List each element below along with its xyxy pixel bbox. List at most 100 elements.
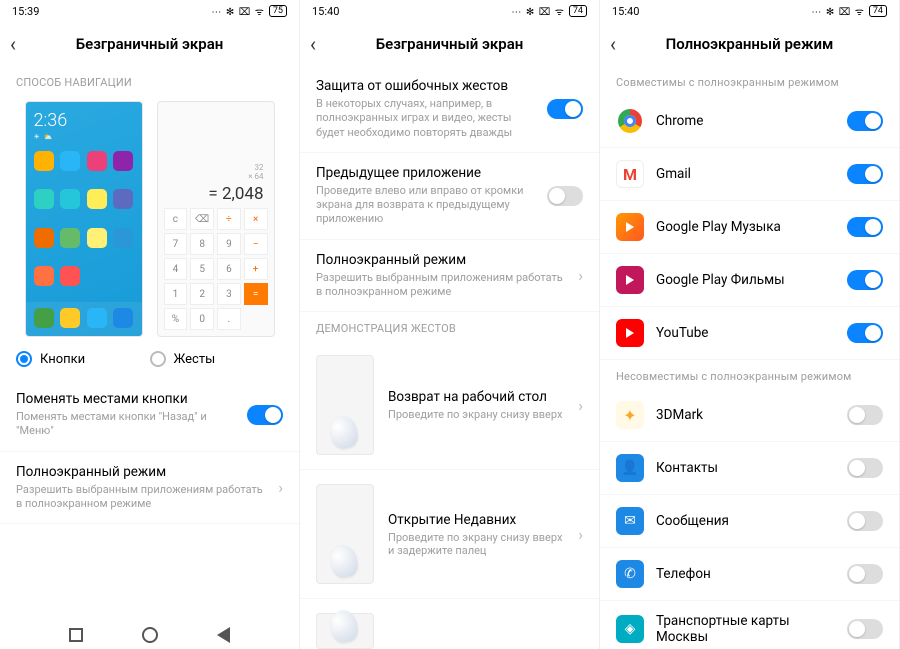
radio-icon	[150, 351, 166, 367]
toggle[interactable]	[847, 405, 883, 425]
toggle[interactable]	[847, 164, 883, 184]
chevron-right-icon: ›	[578, 266, 583, 285]
toggle[interactable]	[847, 270, 883, 290]
toggle[interactable]	[847, 111, 883, 131]
preview-time: 2:36	[26, 102, 142, 133]
app-row-chrome[interactable]: Chrome	[600, 95, 899, 148]
row-desc: В некоторых случаях, например, в полноэк…	[316, 97, 535, 140]
row-desc: Разрешить выбранным приложениям работать…	[316, 271, 566, 300]
row-gesture-guard[interactable]: Защита от ошибочных жестов В некоторых с…	[300, 66, 599, 153]
status-icons: ⋯ ✻ ⌧ ᯤ	[511, 4, 564, 18]
statusbar: 15:40 ⋯ ✻ ⌧ ᯤ 74	[600, 0, 899, 22]
gesture-home[interactable]: Возврат на рабочий стол Проведите по экр…	[300, 341, 599, 470]
gesture-thumb	[316, 613, 374, 649]
3dmark-icon: ✦	[616, 401, 644, 429]
status-battery: 74	[869, 5, 887, 17]
app-row-messages[interactable]: ✉ Сообщения	[600, 495, 899, 548]
screen-navigation-gestures: 15:40 ⋯ ✻ ⌧ ᯤ 74 ‹ Безграничный экран За…	[300, 0, 600, 649]
preview-calculator[interactable]: 32 × 64 = 2,048 c⌫÷× 789− 456+ 123= %0.	[157, 101, 275, 337]
calc-line1: 32	[168, 163, 264, 172]
toggle[interactable]	[847, 619, 883, 639]
app-row-play-music[interactable]: Google Play Музыка	[600, 201, 899, 254]
page-title: Полноэкранный режим	[600, 35, 899, 53]
page-title: Безграничный экран	[0, 35, 299, 53]
header: ‹ Безграничный экран	[0, 22, 299, 66]
gesture-recents[interactable]: Открытие Недавних Проведите по экрану сн…	[300, 470, 599, 599]
messages-icon: ✉	[616, 507, 644, 535]
statusbar: 15:40 ⋯ ✻ ⌧ ᯤ 74	[300, 0, 599, 22]
row-fullscreen-mode[interactable]: Полноэкранный режим Разрешить выбранным …	[300, 240, 599, 313]
toggle[interactable]	[847, 217, 883, 237]
nav-back-icon[interactable]	[217, 627, 230, 643]
back-icon[interactable]: ‹	[610, 32, 634, 56]
status-time: 15:39	[12, 5, 39, 18]
calc-result: = 2,048	[168, 184, 264, 204]
chevron-right-icon: ›	[278, 478, 283, 497]
app-row-contacts[interactable]: 👤 Контакты	[600, 442, 899, 495]
app-name: Транспортные карты Москвы	[656, 613, 835, 645]
radio-buttons[interactable]: Кнопки	[16, 351, 150, 367]
calc-line2: × 64	[168, 172, 264, 181]
status-battery: 74	[569, 5, 587, 17]
radio-gestures[interactable]: Жесты	[150, 351, 284, 367]
contacts-icon: 👤	[616, 454, 644, 482]
app-name: Телефон	[656, 566, 835, 582]
row-swap-buttons[interactable]: Поменять местами кнопки Поменять местами…	[0, 379, 299, 452]
gesture-title: Открытие Недавних	[388, 512, 564, 528]
row-title: Полноэкранный режим	[316, 252, 566, 268]
row-title: Защита от ошибочных жестов	[316, 78, 535, 94]
gmail-icon: M	[616, 160, 644, 188]
row-desc: Проведите влево или вправо от кромки экр…	[316, 184, 535, 227]
app-row-youtube[interactable]: YouTube	[600, 307, 899, 360]
app-name: Gmail	[656, 166, 835, 182]
app-row-gmail[interactable]: M Gmail	[600, 148, 899, 201]
app-name: Сообщения	[656, 513, 835, 529]
statusbar: 15:39 ⋯ ✻ ⌧ ᯤ 75	[0, 0, 299, 22]
nav-recents-icon[interactable]	[69, 628, 83, 642]
toggle-guard[interactable]	[547, 99, 583, 119]
chevron-right-icon: ›	[578, 525, 583, 544]
row-fullscreen-mode[interactable]: Полноэкранный режим Разрешить выбранным …	[0, 452, 299, 525]
screen-fullscreen-mode: 15:40 ⋯ ✻ ⌧ ᯤ 74 ‹ Полноэкранный режим С…	[600, 0, 900, 649]
row-title: Поменять местами кнопки	[16, 391, 235, 407]
toggle-swap[interactable]	[247, 405, 283, 425]
radio-label: Кнопки	[40, 352, 85, 367]
radio-label: Жесты	[174, 352, 216, 367]
app-row-phone[interactable]: ✆ Телефон	[600, 548, 899, 601]
app-name: Google Play Фильмы	[656, 272, 835, 288]
row-desc: Поменять местами кнопки "Назад" и "Меню"	[16, 410, 235, 439]
android-navbar	[0, 627, 299, 643]
status-battery: 75	[269, 5, 287, 17]
section-incompatible: Несовместимы с полноэкранным режимом	[600, 360, 899, 389]
gesture-partial[interactable]	[300, 599, 599, 649]
app-row-transport[interactable]: ◈ Транспортные карты Москвы	[600, 601, 899, 649]
app-name: Google Play Музыка	[656, 219, 835, 235]
status-icons: ⋯ ✻ ⌧ ᯤ	[811, 4, 864, 18]
phone-icon: ✆	[616, 560, 644, 588]
toggle-prev[interactable]	[547, 186, 583, 206]
toggle[interactable]	[847, 564, 883, 584]
app-row-3dmark[interactable]: ✦ 3DMark	[600, 389, 899, 442]
app-name: YouTube	[656, 325, 835, 341]
nav-home-icon[interactable]	[142, 627, 158, 643]
back-icon[interactable]: ‹	[10, 32, 34, 56]
play-movies-icon	[616, 266, 644, 294]
section-compatible: Совместимы с полноэкранным режимом	[600, 66, 899, 95]
row-prev-app[interactable]: Предыдущее приложение Проведите влево ил…	[300, 153, 599, 240]
section-nav-method: СПОСОБ НАВИГАЦИИ	[0, 66, 299, 95]
header: ‹ Полноэкранный режим	[600, 22, 899, 66]
toggle[interactable]	[847, 323, 883, 343]
toggle[interactable]	[847, 458, 883, 478]
app-row-play-movies[interactable]: Google Play Фильмы	[600, 254, 899, 307]
screen-navigation-buttons: 15:39 ⋯ ✻ ⌧ ᯤ 75 ‹ Безграничный экран СП…	[0, 0, 300, 649]
toggle[interactable]	[847, 511, 883, 531]
back-icon[interactable]: ‹	[310, 32, 334, 56]
gesture-thumb	[316, 484, 374, 584]
row-title: Предыдущее приложение	[316, 165, 535, 181]
preview-homescreen[interactable]: 2:36 ☀⛅	[25, 101, 143, 337]
transport-icon: ◈	[616, 615, 644, 643]
nav-previews: 2:36 ☀⛅ 32 × 64 = 2,048 c⌫÷× 789− 456+	[0, 95, 299, 345]
status-time: 15:40	[612, 5, 639, 18]
play-music-icon	[616, 213, 644, 241]
gesture-desc: Проведите по экрану снизу вверх и задерж…	[388, 531, 564, 557]
